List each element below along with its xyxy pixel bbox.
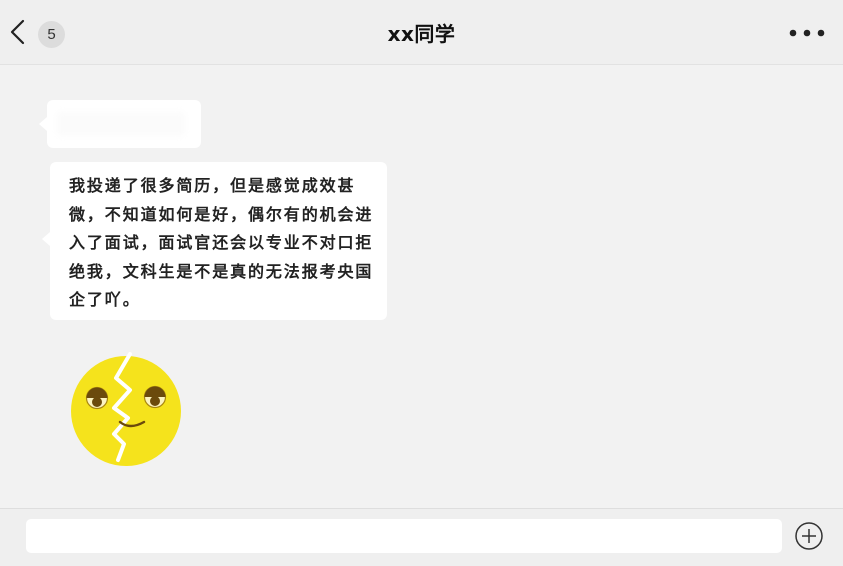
- message-list: 我投递了很多简历，但是感觉成效甚微，不知道如何是好，偶尔有的机会进入了面试，面试…: [0, 65, 843, 508]
- chat-header: 5 xx同学: [0, 0, 843, 65]
- input-bar: [0, 508, 843, 566]
- message-input[interactable]: [26, 519, 782, 553]
- message-text: 我投递了很多简历，但是感觉成效甚微，不知道如何是好，偶尔有的机会进入了面试，面试…: [69, 176, 374, 309]
- sticker-image: [71, 352, 181, 466]
- redacted-text: [57, 112, 185, 136]
- more-dots-icon: [789, 29, 825, 37]
- message-bubble[interactable]: 我投递了很多简历，但是感觉成效甚微，不知道如何是好，偶尔有的机会进入了面试，面试…: [42, 162, 387, 320]
- page-title: xx同学: [387, 22, 456, 46]
- plus-circle-icon: [795, 522, 823, 550]
- broken-face-sticker[interactable]: [64, 348, 188, 468]
- message-bubble-redacted[interactable]: [39, 100, 201, 148]
- chat-screen: 5 xx同学 我投递了很多简历，但是感觉成效甚微，不知道如何是好，偶尔有的机会进…: [0, 0, 843, 566]
- more-button[interactable]: [785, 20, 829, 46]
- plus-button[interactable]: [794, 521, 824, 551]
